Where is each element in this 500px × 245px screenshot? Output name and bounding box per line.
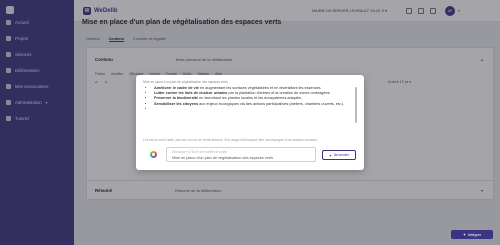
ai-logo-icon	[150, 151, 157, 158]
list-item: Sensibiliser les citoyens aux enjeux éco…	[154, 102, 351, 107]
prompt-placeholder: Demander à l'IA et de modifier le projet	[172, 150, 228, 154]
ai-disclaimer: L'IA est un outil d'aide, pas une source…	[143, 138, 318, 142]
integrate-button[interactable]: ✦ Intégrer	[451, 230, 493, 239]
modal-intro: Mise en place d'un plan de végétalisatio…	[143, 80, 228, 84]
sparkle-icon: ✦	[462, 233, 467, 237]
amend-button[interactable]: ✦ Amender	[322, 150, 356, 160]
integrate-button-label: Intégrer	[468, 232, 482, 237]
ai-assistant-modal: Mise en place d'un plan de végétalisatio…	[136, 75, 364, 170]
sparkle-icon: ✦	[328, 153, 332, 158]
scrollbar[interactable]	[355, 87, 357, 123]
modal-bullet-list: Améliorer le cadre de vie en augmentant …	[146, 86, 351, 112]
ai-prompt-input[interactable]: Demander à l'IA et de modifier le projet…	[166, 147, 316, 162]
list-item	[154, 107, 351, 112]
prompt-value: Mise en place d'un plan de végétalisatio…	[172, 156, 273, 160]
amend-button-label: Amender	[333, 153, 350, 157]
